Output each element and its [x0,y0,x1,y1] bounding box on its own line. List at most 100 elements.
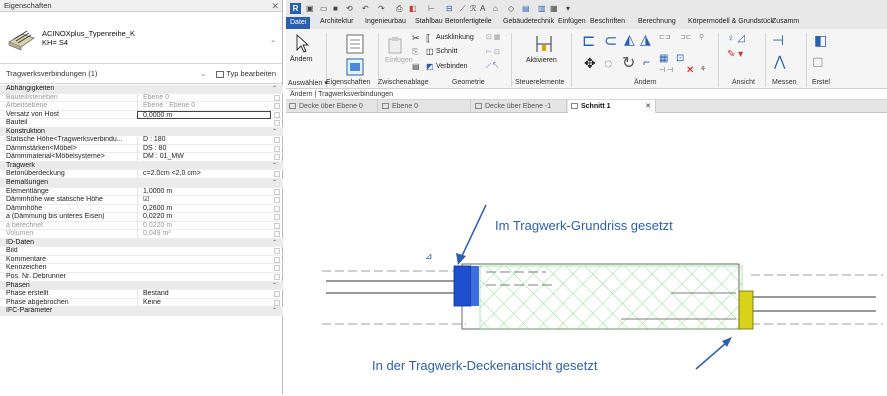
property-section-header[interactable]: Phasen ⌃ [0,281,283,291]
property-row[interactable]: Volumen 0,049 m³ [0,230,283,239]
3d-view-icon[interactable]: ⌂ [493,4,498,13]
associate-parameter-icon[interactable] [274,248,280,255]
associate-parameter-icon[interactable] [274,205,280,212]
modify-label[interactable]: Ändern [290,56,313,63]
type-selector[interactable]: ACINOXplus_Typenreihe_K KH= S4 ⌄ [0,12,282,64]
open-icon[interactable]: ▭ [320,4,328,13]
associate-parameter-icon[interactable] [274,214,280,221]
scale-icon[interactable]: ⊡ [676,53,684,64]
associate-parameter-icon[interactable] [274,145,280,152]
associate-parameter-icon[interactable] [274,231,280,238]
offset-tool-icon[interactable]: ⊂ [604,31,617,51]
section-drawing[interactable]: ⊿ [286,125,887,394]
dimension-icon[interactable]: ⊟ [446,4,453,13]
property-section-header[interactable]: IFC-Parameter ⌃ [0,307,283,316]
view-tab[interactable]: Decke über Ebene 0 [286,100,378,113]
join-icon[interactable]: ◩ [426,62,434,71]
activate-icon[interactable] [534,33,554,55]
property-row[interactable]: Dämmstärken<Möbel> DS : 80 [0,144,283,154]
view-tab[interactable]: Ebene 0 [379,100,471,113]
property-value[interactable]: 0,0000 m [137,110,271,119]
collapse-icon[interactable]: ⌃ [272,179,277,188]
associate-parameter-icon[interactable] [274,154,280,161]
property-row[interactable]: Dämmmaterial<Möbelsysteme> DM : 01_MW [0,153,283,162]
collapse-icon[interactable]: ⌃ [272,307,277,316]
customize-qat-icon[interactable]: ▾ [566,4,570,13]
filter-dropdown-icon[interactable]: ⌄ [200,64,206,84]
text-icon[interactable]: A [480,4,485,13]
override-icon[interactable]: ✎ ▾ [727,49,743,60]
property-section-header[interactable]: Konstruktion ⌃ [0,127,283,137]
switch-windows-icon[interactable]: ▥ [538,4,546,13]
group-select[interactable]: Auswählen ▾ [288,79,328,87]
associate-parameter-icon[interactable] [274,256,280,263]
edit-type-button[interactable]: Typ bearbeiten [216,64,276,84]
associate-parameter-icon[interactable] [274,94,280,101]
undo-icon[interactable]: ↶ [362,4,369,13]
property-value[interactable]: D : 180 [137,136,271,145]
revit-logo-icon[interactable]: R [290,3,301,14]
chevron-down-icon[interactable]: ⌄ [270,36,276,44]
misc-modify-icon[interactable]: ⚘ [700,65,706,73]
property-row[interactable]: Dämmhöhe 0,2600 m [0,204,283,214]
associate-parameter-icon[interactable] [274,171,280,178]
property-row[interactable]: Statische Höhe<Tragwerksverbindu... D : 1… [0,136,283,145]
align-tool-icon[interactable]: ⊏ [582,31,595,51]
associate-parameter-icon[interactable] [274,103,280,110]
cut-geometry-icon[interactable]: ◫ [426,47,434,56]
property-row[interactable]: a berechnet 0,0220 m [0,221,283,231]
collapse-icon[interactable]: ⌃ [272,239,277,248]
property-value[interactable]: DS : 80 [137,144,271,154]
array-icon[interactable]: ▦ [659,53,668,64]
property-row[interactable]: Pos. Nr. Debrunner [0,273,283,282]
collapse-icon[interactable]: ⌃ [272,128,277,137]
ui-icon[interactable]: ▦ [550,4,558,13]
property-row[interactable]: Dämmhöhe wie statische Höhe ☑ [0,196,283,205]
property-row[interactable]: Kommentare [0,256,283,265]
split-gap-icon[interactable]: ⊐⊏ [680,33,692,41]
cut-notch-label[interactable]: Ausklinkung [436,34,474,41]
property-row[interactable]: Bauteil [0,119,283,128]
instance-filter[interactable]: Tragwerksverbindungen (1) ⌄ Typ bearbeit… [0,64,282,84]
redo-icon[interactable]: ↷ [378,4,385,13]
trim-icon[interactable]: ⌐ [643,55,650,69]
geometry-extra-icon[interactable]: ⊡ ▦ [486,33,500,41]
collapse-icon[interactable]: ⌃ [272,282,277,291]
associate-parameter-icon[interactable] [274,188,280,195]
menu-tab-9[interactable]: Körpermodell & Grundstück [688,18,774,25]
copy-elements-icon[interactable]: ◌ [604,55,612,71]
measure-tool-icon[interactable]: ⊣ [772,32,784,49]
associate-parameter-icon[interactable] [274,274,280,281]
property-section-header[interactable]: ID-Daten ⌃ [0,238,283,248]
property-section-header[interactable]: Tragwerk ⌃ [0,161,283,171]
line-icon[interactable]: ⟋ [460,4,466,14]
match-properties-icon[interactable]: ▤ [412,62,420,71]
menu-tab-3[interactable]: Stahlbau [415,18,443,25]
collapse-icon[interactable]: ⌃ [272,85,277,94]
home-icon[interactable]: ▣ [306,4,314,13]
property-section-header[interactable]: Bemaßungen ⌃ [0,179,283,188]
dimension-tool-icon[interactable]: ⋀ [774,53,785,70]
cut-icon[interactable]: ✂ [412,33,420,44]
connector-right[interactable] [738,290,754,330]
property-row[interactable]: Phase abgebrochen Keine [0,298,283,308]
cut-notch-icon[interactable]: ⟦ [426,33,430,44]
section-icon[interactable]: ◇ [508,4,514,13]
property-value[interactable]: 1,0000 m [137,187,271,197]
property-row[interactable]: Bild [0,247,283,256]
property-row[interactable]: Bauteilisteneben Ebene 0 [0,93,283,103]
split-icon[interactable]: ⊏⊐ [659,33,671,41]
mirror-axis-icon[interactable]: ◭ [624,31,635,48]
print-icon[interactable]: ⎙ [396,4,402,14]
property-section-header[interactable]: Abhängigkeiten ⌃ [0,85,283,94]
hide-icon[interactable]: ♀ ◿ [727,33,745,44]
property-row[interactable]: Elementlänge 1,0000 m [0,187,283,197]
associate-parameter-icon[interactable] [274,111,280,118]
property-value[interactable]: c=2.0cm <2,0 cm> [137,170,271,180]
rotate-icon[interactable]: ↻ [622,53,635,73]
menu-tab-8[interactable]: Berechnung [638,18,676,25]
view-tab[interactable]: Decke über Ebene -1 [472,100,567,113]
property-row[interactable]: a (Dämmung bis unteres Eisen) 0,0220 m [0,213,283,222]
paste-icon[interactable] [386,35,404,55]
associate-parameter-icon[interactable] [274,120,280,127]
